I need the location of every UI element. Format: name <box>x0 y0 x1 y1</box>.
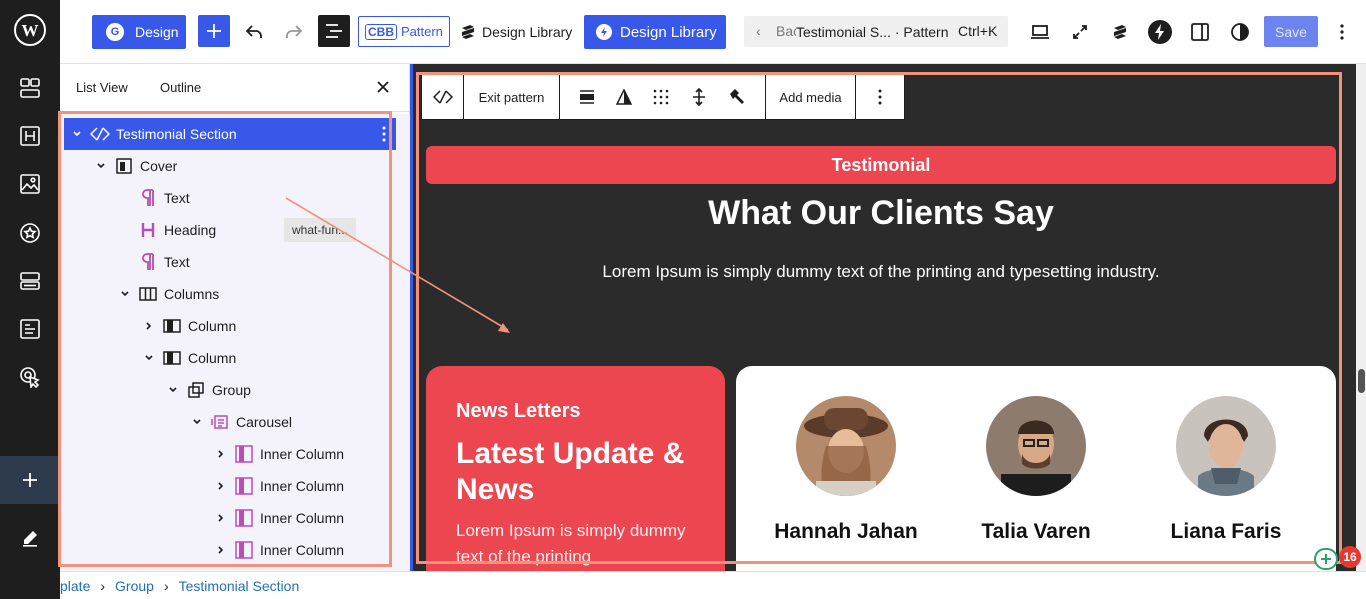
notification-count-badge[interactable]: 16 <box>1339 546 1361 568</box>
breadcrumb-item[interactable]: plate <box>60 578 90 594</box>
chevron-right-icon: › <box>163 577 169 594</box>
canvas-scrollbar[interactable] <box>1356 64 1366 571</box>
breadcrumb: plate › Group › Testimonial Section <box>60 571 1366 599</box>
breadcrumb-item-current[interactable]: Testimonial Section <box>179 578 300 594</box>
assistant-bubble-icon[interactable] <box>1314 548 1338 570</box>
annotation-arrow <box>285 197 510 333</box>
breadcrumb-item[interactable]: Group <box>115 578 154 594</box>
chevron-right-icon: › <box>100 577 106 594</box>
scrollbar-thumb[interactable] <box>1358 369 1365 393</box>
